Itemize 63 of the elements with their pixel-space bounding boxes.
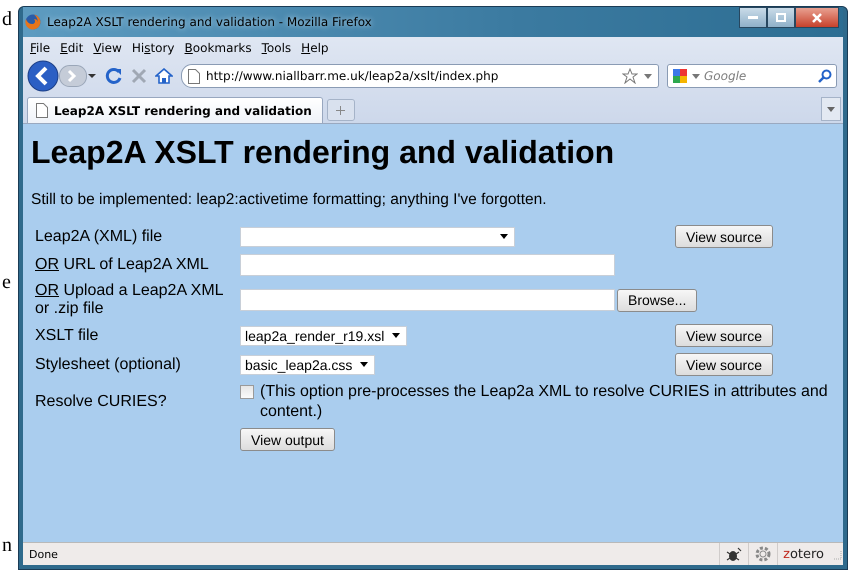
address-bar[interactable]: http://www.niallbarr.me.uk/leap2a/xslt/index.php	[181, 64, 659, 88]
browser-logo-icon	[25, 14, 41, 30]
minimize-button[interactable]	[739, 7, 767, 28]
gear-icon[interactable]	[754, 545, 772, 563]
checkbox[interactable]	[240, 385, 254, 399]
field-label: Stylesheet (optional)	[35, 356, 182, 374]
menu-item[interactable]: History	[126, 41, 180, 55]
view-source-button[interactable]: View source	[675, 324, 774, 347]
url-input[interactable]	[240, 254, 615, 276]
status-text: Done	[28, 548, 59, 560]
reload-icon[interactable]	[105, 67, 123, 85]
home-icon[interactable]	[155, 68, 173, 84]
caret-icon	[500, 234, 508, 239]
field-label: OR Upload a Leap2A XML or .zip file	[35, 282, 224, 318]
view-source-button[interactable]: View source	[675, 353, 774, 376]
background-letter: n	[2, 534, 12, 556]
close-button[interactable]	[795, 7, 839, 28]
search-field[interactable]: Google	[667, 64, 837, 88]
browse-button[interactable]: Browse...	[617, 288, 698, 312]
new-tab-button[interactable]	[326, 99, 355, 121]
menu-item[interactable]: File	[25, 41, 56, 55]
search-icon[interactable]	[818, 69, 832, 83]
menu-item[interactable]: Tools	[256, 41, 296, 55]
plus-icon	[336, 106, 346, 114]
caret-icon	[360, 362, 368, 367]
bug-icon[interactable]	[725, 546, 744, 562]
view-output-button[interactable]: View output	[240, 428, 335, 451]
search-engine-icon	[672, 68, 688, 84]
menu-item[interactable]: Edit	[55, 41, 88, 55]
field-label: OR URL of Leap2A XML	[35, 256, 210, 274]
minimize-icon	[748, 16, 758, 19]
background-letter: d	[2, 8, 12, 30]
menu-item[interactable]: View	[88, 41, 127, 55]
zotero-logo[interactable]: zotero	[783, 546, 824, 562]
page-icon	[188, 68, 200, 84]
menu-item[interactable]: Help	[296, 41, 334, 55]
menu-item[interactable]: Bookmarks	[180, 41, 257, 55]
back-button[interactable]	[27, 60, 59, 92]
option-note: (This option pre-processes the Leap2a XML to resolve CURIES in attributes and content.)	[260, 382, 829, 422]
page-note: Still to be implemented: leap2:activetime formatting; anything I've forgotten.	[31, 191, 548, 209]
browser-tab[interactable]: Leap2A XSLT rendering and validation	[27, 97, 323, 123]
maximize-icon	[776, 13, 786, 22]
view-source-button[interactable]: View source	[675, 225, 774, 248]
dropdown-field[interactable]: leap2a_render_r19.xsl	[240, 326, 408, 346]
tab-list-button[interactable]	[821, 97, 841, 121]
close-icon	[812, 12, 822, 22]
background-letter: e	[2, 271, 11, 293]
star-icon[interactable]	[622, 68, 638, 84]
page-heading: Leap2A XSLT rendering and validation	[31, 134, 616, 171]
caret-icon	[392, 333, 400, 338]
page-icon	[36, 103, 48, 118]
history-dropdown-icon[interactable]	[87, 73, 97, 79]
dropdown-field[interactable]	[240, 226, 515, 246]
maximize-button[interactable]	[767, 7, 795, 28]
caret-icon	[827, 106, 835, 112]
field-label: Leap2A (XML) file	[35, 228, 164, 246]
engine-dropdown-icon	[692, 74, 700, 78]
url-dropdown-icon	[644, 74, 652, 78]
dropdown-field[interactable]: basic_leap2a.css	[240, 354, 376, 374]
file-input[interactable]	[240, 289, 615, 311]
field-label: XSLT file	[35, 326, 100, 344]
window-title: Leap2A XSLT rendering and validation - Mozilla Firefox	[47, 15, 373, 29]
field-label: Resolve CURIES?	[35, 393, 168, 411]
